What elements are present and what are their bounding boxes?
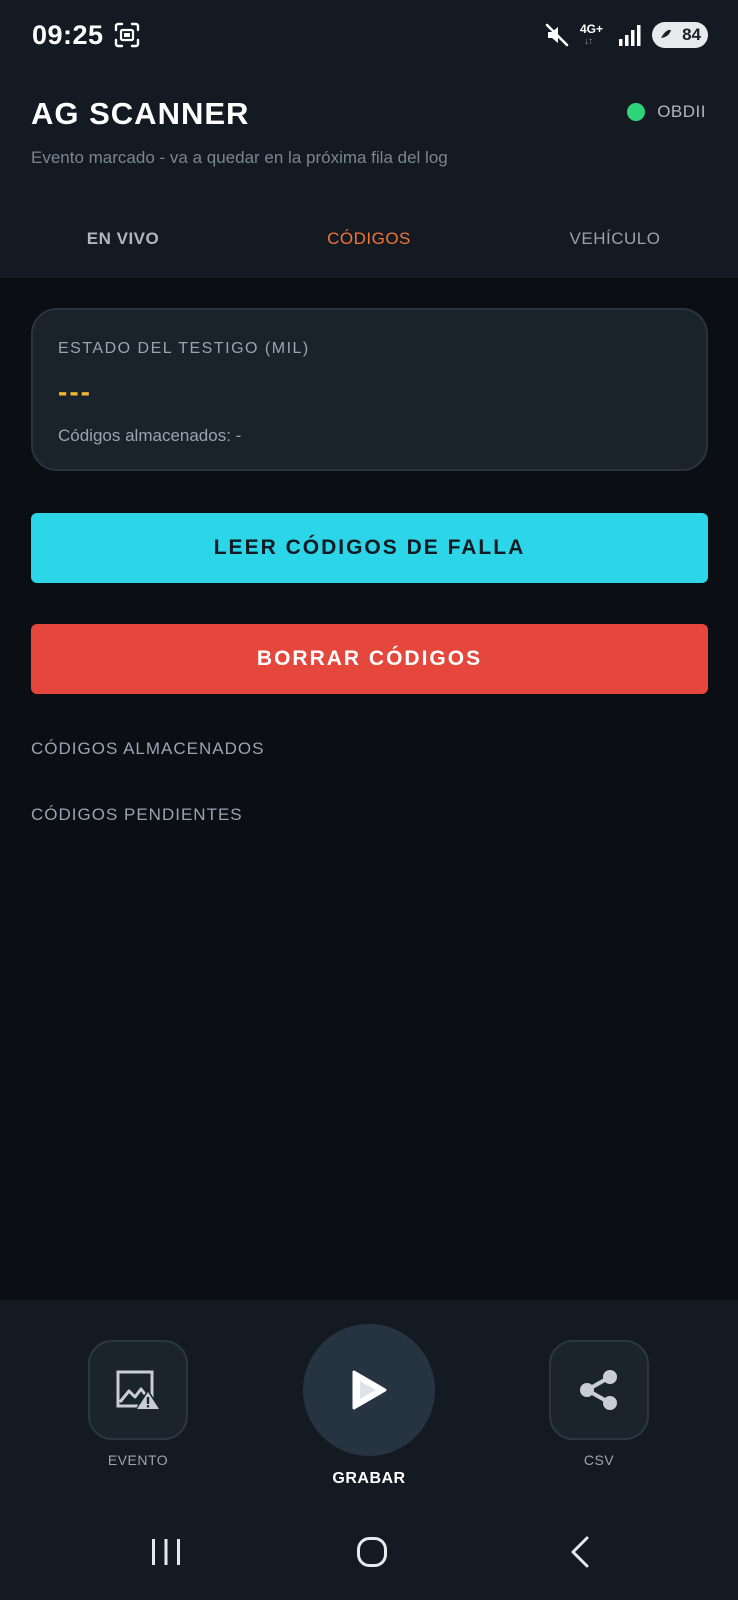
event-button[interactable] — [88, 1340, 188, 1440]
csv-action: CSV — [549, 1340, 649, 1468]
home-icon — [357, 1537, 387, 1567]
record-button[interactable] — [303, 1324, 435, 1456]
battery-saver-icon — [661, 29, 671, 38]
recents-button[interactable] — [146, 1532, 186, 1572]
status-bar: 09:25 4G+ ↓↑ 84 — [0, 0, 738, 72]
image-warning-icon — [116, 1370, 161, 1410]
tab-codes[interactable]: CÓDIGOS — [246, 214, 492, 264]
record-label: GRABAR — [332, 1470, 406, 1487]
tab-live[interactable]: EN VIVO — [0, 214, 246, 264]
back-icon — [571, 1536, 589, 1568]
battery-level: 84 — [682, 25, 701, 44]
event-label: EVENTO — [107, 1452, 169, 1468]
home-button[interactable] — [352, 1532, 392, 1572]
stored-codes-heading: CÓDIGOS ALMACENADOS — [31, 739, 265, 758]
status-message: Evento marcado - va a quedar en la próxi… — [31, 148, 448, 167]
event-action: EVENTO — [88, 1340, 188, 1468]
connection-status: OBDII — [627, 102, 706, 122]
data-arrows-icon: ↓↑ — [584, 36, 593, 47]
back-button[interactable] — [560, 1532, 600, 1572]
mil-value: --- — [58, 376, 92, 407]
tab-vehicle[interactable]: VEHÍCULO — [492, 214, 738, 264]
mil-status-card: ESTADO DEL TESTIGO (MIL) --- Códigos alm… — [31, 308, 708, 471]
system-nav-bar — [0, 1500, 738, 1600]
mil-heading: ESTADO DEL TESTIGO (MIL) — [58, 340, 310, 357]
mute-icon — [545, 23, 569, 47]
csv-label: CSV — [583, 1452, 615, 1468]
app-header: AG SCANNER OBDII Evento marcado - va a q… — [0, 72, 738, 278]
status-time: 09:25 — [32, 20, 104, 50]
connection-dot — [627, 103, 646, 121]
action-bar: EVENTO GRABAR CSV — [0, 1300, 738, 1500]
clear-codes-button[interactable]: BORRAR CÓDIGOS — [31, 624, 708, 694]
record-action: GRABAR — [303, 1324, 435, 1488]
pending-codes-heading: CÓDIGOS PENDIENTES — [31, 805, 243, 824]
stored-codes-count: Códigos almacenados: - — [58, 426, 242, 445]
read-codes-button[interactable]: LEER CÓDIGOS DE FALLA — [31, 513, 708, 583]
recents-icon — [152, 1539, 180, 1565]
battery-indicator: 84 — [652, 22, 708, 48]
share-csv-button[interactable] — [549, 1340, 649, 1440]
signal-icon — [619, 25, 641, 46]
play-icon — [352, 1370, 387, 1410]
share-icon — [580, 1370, 617, 1410]
connection-label: OBDII — [657, 102, 706, 121]
tab-bar: EN VIVO CÓDIGOS VEHÍCULO — [0, 214, 738, 264]
network-label: 4G+ — [580, 22, 604, 36]
network-indicator: 4G+ ↓↑ — [580, 20, 608, 50]
app-title: AG SCANNER — [31, 96, 250, 131]
screenshot-icon — [114, 22, 140, 48]
